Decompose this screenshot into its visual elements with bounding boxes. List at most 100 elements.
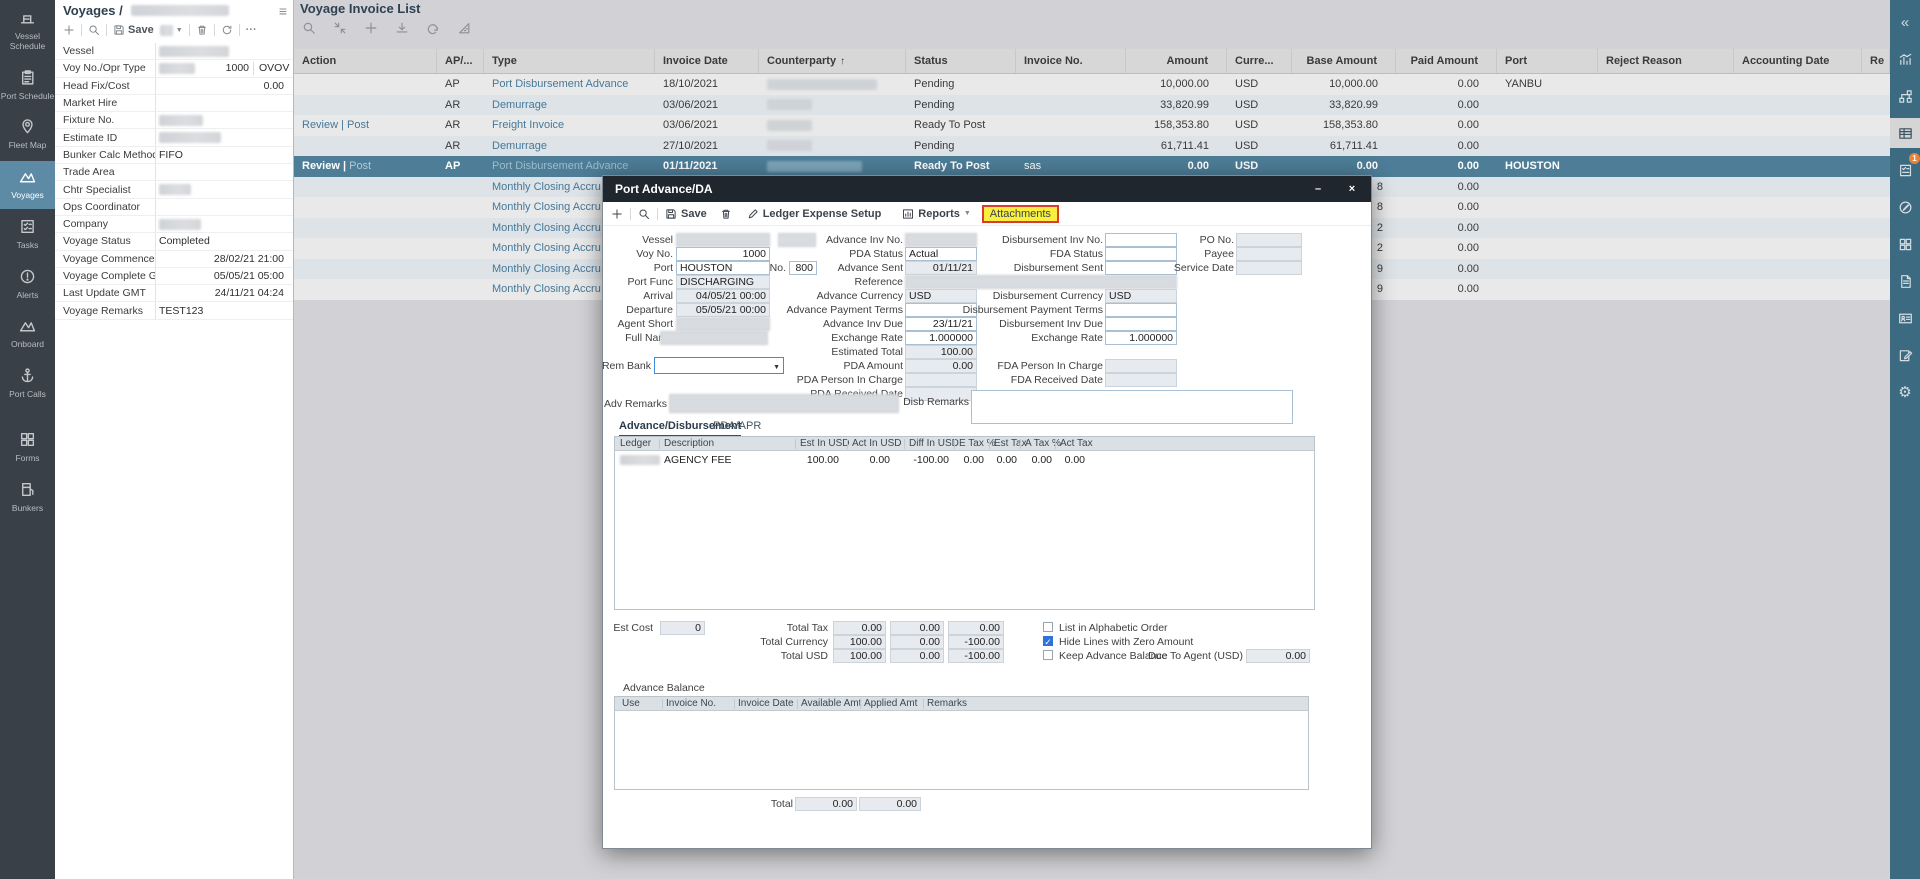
add-icon[interactable]: [364, 21, 378, 38]
tab-pda-apr[interactable]: PDA/APR: [713, 420, 761, 435]
totals-value[interactable]: 0.00: [890, 621, 944, 635]
search-icon[interactable]: [88, 24, 100, 36]
field-input-pda-person-in-charge[interactable]: [905, 373, 977, 387]
sidebar-item-forms[interactable]: Forms: [0, 424, 55, 472]
column-header[interactable]: Invoice Date: [655, 49, 759, 73]
field-value[interactable]: 24/11/21 04:24: [155, 285, 291, 301]
advance-balance-total-value[interactable]: 0.00: [859, 797, 921, 811]
search-icon[interactable]: [638, 208, 650, 220]
post-link[interactable]: Post: [346, 160, 371, 172]
table-row[interactable]: APPort Disbursement Advance18/10/2021Pen…: [294, 74, 1890, 95]
right-nav-document[interactable]: [1890, 266, 1920, 296]
column-header[interactable]: Reject Reason: [1598, 49, 1734, 73]
field-input-disbursement-sent[interactable]: [1105, 261, 1177, 275]
field-input-advance-currency[interactable]: USD: [905, 289, 977, 303]
close-icon[interactable]: ×: [1339, 176, 1365, 202]
field-input-departure[interactable]: 05/05/21 00:00: [676, 303, 770, 317]
delete-icon[interactable]: [196, 24, 208, 36]
due-to-agent-input[interactable]: 0.00: [1246, 649, 1310, 663]
invoice-type-link[interactable]: Port Disbursement Advance: [492, 78, 628, 90]
field-input-port-func[interactable]: DISCHARGING: [676, 275, 770, 289]
ledger-expense-setup-button[interactable]: Ledger Expense Setup: [747, 208, 882, 220]
adv-remarks-input[interactable]: [669, 394, 899, 413]
column-header[interactable]: Paid Amount: [1396, 49, 1497, 73]
field-input-port[interactable]: HOUSTON: [676, 261, 770, 275]
field-input-advance-inv-no-[interactable]: [905, 233, 977, 247]
field-input-full-name[interactable]: [660, 331, 768, 345]
column-header[interactable]: AP/...: [437, 49, 484, 73]
field-input-exchange-rate[interactable]: 1.000000: [1105, 331, 1177, 345]
sidebar-item-alerts[interactable]: Alerts: [0, 261, 55, 309]
field-input-reference[interactable]: [905, 275, 1177, 289]
advance-balance-total-value[interactable]: 0.00: [795, 797, 857, 811]
field-input-po-no-[interactable]: [1236, 233, 1302, 247]
field-input-fda-person-in-charge[interactable]: [1105, 359, 1177, 373]
sidebar-item-voyages[interactable]: Voyages: [0, 161, 55, 209]
right-nav-settings-gear[interactable]: ⚙: [1890, 377, 1920, 407]
right-nav-analytics[interactable]: [1890, 44, 1920, 74]
sidebar-item-onboard[interactable]: Onboard: [0, 310, 55, 358]
save-button[interactable]: Save: [665, 208, 707, 220]
right-nav-id-card[interactable]: [1890, 303, 1920, 333]
est-cost-input[interactable]: 0: [660, 621, 705, 635]
field-value[interactable]: [155, 164, 291, 180]
checkbox-hide-lines-with-zero-amount[interactable]: ✓: [1043, 636, 1053, 646]
field-input-arrival[interactable]: 04/05/21 00:00: [676, 289, 770, 303]
field-input-disbursement-inv-no-[interactable]: [1105, 233, 1177, 247]
sidebar-item-vessel-schedule[interactable]: Vessel Schedule: [0, 2, 55, 60]
field-input-vessel-code[interactable]: [778, 233, 816, 247]
delete-icon[interactable]: [720, 208, 732, 220]
collapse-icon[interactable]: [333, 21, 347, 38]
sidebar-item-bunkers[interactable]: Bunkers: [0, 474, 55, 522]
field-value[interactable]: FIFO: [155, 147, 291, 163]
invoice-type-link[interactable]: Monthly Closing Accru: [492, 242, 601, 254]
field-input-pda-received-date[interactable]: [905, 387, 977, 401]
field-input-advance-payment-terms[interactable]: [905, 303, 977, 317]
invoice-type-link[interactable]: Monthly Closing Accru: [492, 201, 601, 213]
right-nav-forms-grid[interactable]: [1890, 229, 1920, 259]
modal-titlebar[interactable]: Port Advance/DA: [603, 176, 1371, 202]
table-row[interactable]: ARDemurrage03/06/2021Pending33,820.99USD…: [294, 95, 1890, 116]
save-button[interactable]: Save: [113, 24, 154, 36]
field-input-service-date[interactable]: [1236, 261, 1302, 275]
column-header[interactable]: Re: [1862, 49, 1890, 73]
column-header[interactable]: Action: [294, 49, 437, 73]
sidebar-item-port-schedule[interactable]: Port Schedule: [0, 62, 55, 110]
field-input-disbursement-inv-due[interactable]: [1105, 317, 1177, 331]
field-input-pda-status[interactable]: Actual: [905, 247, 977, 261]
field-input-fda-status[interactable]: [1105, 247, 1177, 261]
rem-bank-select[interactable]: ▼: [654, 357, 784, 374]
field-value[interactable]: 05/05/21 05:00: [155, 268, 291, 284]
refresh-icon[interactable]: [221, 24, 233, 36]
field-value[interactable]: 0.00: [155, 78, 291, 94]
totals-value[interactable]: -100.00: [948, 635, 1004, 649]
more-options-icon[interactable]: ···: [246, 24, 257, 36]
sidebar-item-port-calls[interactable]: Port Calls: [0, 360, 55, 408]
field-value[interactable]: [155, 43, 291, 59]
invoice-type-link[interactable]: Demurrage: [492, 140, 547, 152]
field-value[interactable]: 1000OVOV: [155, 60, 291, 76]
sidebar-item-fleet-map[interactable]: Fleet Map: [0, 111, 55, 159]
table-row[interactable]: Review | PostAPPort Disbursement Advance…: [294, 156, 1890, 177]
undo-icon[interactable]: [426, 21, 440, 38]
add-icon[interactable]: [63, 24, 75, 36]
field-value[interactable]: [155, 112, 291, 128]
field-input-exchange-rate[interactable]: 1.000000: [905, 331, 977, 345]
review-link[interactable]: Review |: [302, 160, 346, 172]
field-input-disbursement-currency[interactable]: USD: [1105, 289, 1177, 303]
column-header[interactable]: Port: [1497, 49, 1598, 73]
column-header[interactable]: Type: [484, 49, 655, 73]
totals-value[interactable]: 0.00: [890, 649, 944, 663]
field-input-fda-received-date[interactable]: [1105, 373, 1177, 387]
disb-remarks-textarea[interactable]: [971, 390, 1293, 424]
add-line-icon[interactable]: [611, 208, 623, 220]
column-header[interactable]: Amount: [1126, 49, 1227, 73]
field-input-pda-amount[interactable]: 0.00: [905, 359, 977, 373]
invoice-type-link[interactable]: Monthly Closing Accru: [492, 222, 601, 234]
reports-button[interactable]: Reports▼: [902, 208, 971, 220]
field-value[interactable]: [155, 181, 291, 197]
invoice-type-link[interactable]: Monthly Closing Accru: [492, 283, 601, 295]
field-input-voy-no-[interactable]: 1000: [676, 247, 770, 261]
field-value[interactable]: TEST123: [155, 302, 291, 318]
column-header[interactable]: Invoice No.: [1016, 49, 1126, 73]
